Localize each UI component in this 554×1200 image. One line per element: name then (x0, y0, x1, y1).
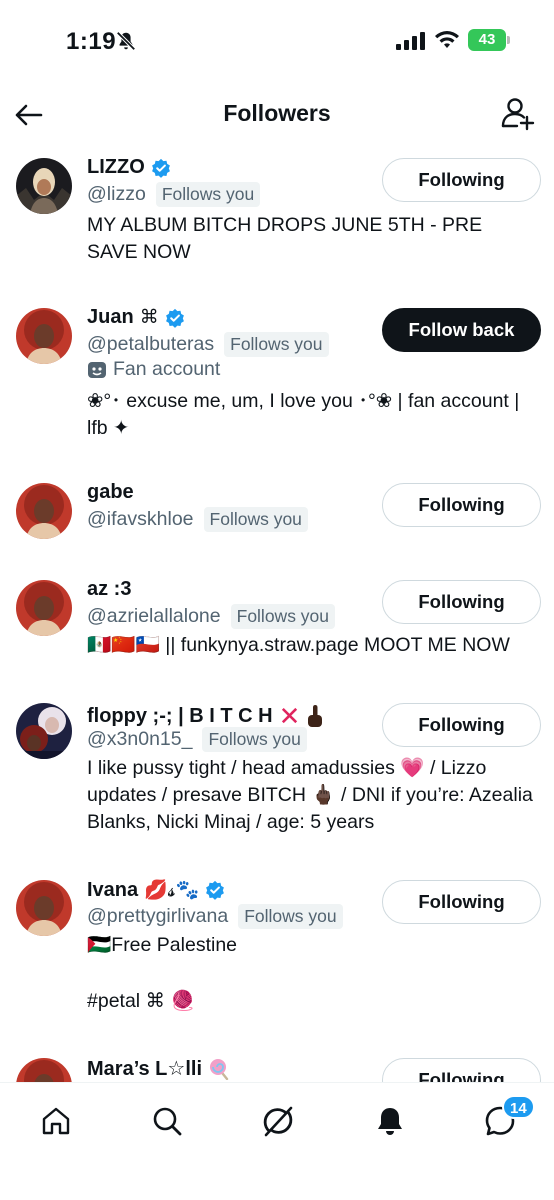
grok-icon (263, 1106, 293, 1137)
battery-cap (507, 36, 510, 44)
avatar[interactable] (16, 158, 72, 214)
follower-name[interactable]: gabe (87, 481, 134, 504)
display-name: floppy ;-; | B I T C H (87, 705, 273, 727)
follows-you-badge: Follows you (202, 727, 307, 752)
verified-badge-icon (151, 158, 170, 178)
nav-notifications[interactable] (370, 1101, 410, 1141)
handle-line: @petalbuteras Follows you (87, 332, 329, 357)
follows-you-badge: Follows you (230, 604, 336, 629)
follower-row[interactable]: gabe @ifavskhloe Follows you Following (0, 475, 554, 569)
handle-line: @azrielallalone Follows you (87, 604, 336, 629)
bio-line-1: 🇵🇸Free Palestine (87, 934, 238, 956)
messages-badge: 14 (502, 1095, 535, 1119)
display-name: Mara’s L☆lli (87, 1058, 202, 1080)
handle: @prettygirlivana (87, 905, 229, 927)
avatar[interactable] (16, 880, 72, 936)
verified-badge-icon (206, 880, 225, 900)
following-button[interactable]: Following (382, 1058, 541, 1082)
bio: I like pussy tight / head amadussies 💗 /… (87, 757, 533, 833)
follower-row[interactable]: floppy ;-; | B I T C H ✕ @x3n0n15_ Follo… (0, 695, 554, 871)
follows-you-badge: Follows you (203, 507, 308, 532)
follower-row[interactable]: Mara’s L☆lli Following (0, 1050, 554, 1082)
wifi-icon (435, 31, 459, 48)
bio-line-2: #petal ⌘ 🧶 (87, 990, 195, 1012)
follow-back-button[interactable]: Follow back (382, 308, 541, 352)
lollipop-icon (210, 1058, 229, 1080)
fan-account-label: Fan account (87, 358, 220, 381)
follower-name[interactable]: az :3 (87, 578, 131, 601)
handle: @ifavskhloe (87, 508, 194, 530)
nav-home[interactable] (36, 1101, 76, 1141)
name-suffix: ⌘ (139, 307, 159, 328)
nav-grok[interactable] (258, 1101, 298, 1141)
bio: ❀°･ excuse me, um, I love you ･°❀ | fan … (87, 390, 520, 439)
nav-search[interactable] (147, 1101, 187, 1141)
display-name: Ivana (87, 878, 139, 901)
following-button[interactable]: Following (382, 880, 541, 924)
follows-you-badge: Follows you (155, 182, 261, 207)
handle: @petalbuteras (87, 333, 215, 355)
middle-finger-icon (308, 704, 323, 727)
handle-line: @prettygirlivana Follows you (87, 904, 343, 929)
header: Followers (0, 86, 554, 146)
follower-name[interactable]: Mara’s L☆lli (87, 1056, 230, 1081)
avatar[interactable] (16, 580, 72, 636)
follower-row[interactable]: az :3 @azrielallalone Follows you 🇲🇽🇨🇳🇨🇱… (0, 572, 554, 692)
display-name: gabe (87, 481, 134, 503)
handle-line: @lizzo Follows you (87, 182, 261, 207)
follower-row[interactable]: LIZZO @lizzo Follows you MY ALBUM BITCH … (0, 150, 554, 292)
avatar[interactable] (16, 1058, 72, 1082)
avatar[interactable] (16, 703, 72, 759)
display-name: LIZZO (87, 156, 145, 178)
bio: MY ALBUM BITCH DROPS JUNE 5TH - PRE SAVE… (87, 214, 483, 263)
signal-icon (396, 32, 425, 50)
follower-row[interactable]: Juan ⌘ @petalbuteras Follows you Fan acc… (0, 300, 554, 476)
add-user-button[interactable] (500, 96, 536, 132)
follower-name[interactable]: LIZZO (87, 156, 171, 179)
follower-name[interactable]: Ivana 💋𝓼🐾 (87, 878, 225, 902)
followers-list[interactable]: LIZZO @lizzo Follows you MY ALBUM BITCH … (0, 150, 554, 1082)
fan-mask-icon (88, 361, 106, 378)
avatar[interactable] (16, 308, 72, 364)
handle: @lizzo (87, 183, 146, 205)
display-name: az :3 (87, 578, 132, 600)
page-title: Followers (223, 100, 331, 126)
battery-level: 43 (478, 31, 496, 48)
status-time: 1:19 (66, 28, 117, 55)
bio: 🇲🇽🇨🇳🇨🇱 || funkynya.straw.page MOOT ME NO… (87, 634, 510, 656)
handle: @azrielallalone (87, 605, 221, 627)
following-button[interactable]: Following (382, 703, 541, 747)
follower-name[interactable]: Juan ⌘ (87, 306, 185, 329)
battery-indicator: 43 (468, 29, 510, 51)
bell-off-icon (116, 31, 136, 51)
following-button[interactable]: Following (382, 483, 541, 527)
following-button[interactable]: Following (382, 158, 541, 202)
handle-line: @x3n0n15_ Follows you (87, 727, 307, 752)
status-bar: 1:19 43 (0, 0, 554, 80)
bottom-nav: 14 (0, 1082, 554, 1200)
display-name: Juan (87, 306, 134, 328)
notifications-icon (378, 1108, 402, 1135)
search-icon (153, 1107, 182, 1136)
follows-you-badge: Follows you (238, 904, 343, 929)
follows-you-badge: Follows you (224, 332, 329, 357)
following-button[interactable]: Following (382, 580, 541, 624)
verified-badge-icon (165, 308, 184, 328)
avatar[interactable] (16, 483, 72, 539)
follower-row[interactable]: Ivana 💋𝓼🐾 @prettygirlivana Follows you 🇵… (0, 872, 554, 1046)
handle: @x3n0n15_ (87, 728, 193, 750)
name-suffix: 💋𝓼🐾 (144, 880, 200, 901)
fan-account-text: Fan account (113, 358, 221, 380)
handle-line: @ifavskhloe Follows you (87, 507, 308, 532)
home-icon (42, 1107, 70, 1135)
